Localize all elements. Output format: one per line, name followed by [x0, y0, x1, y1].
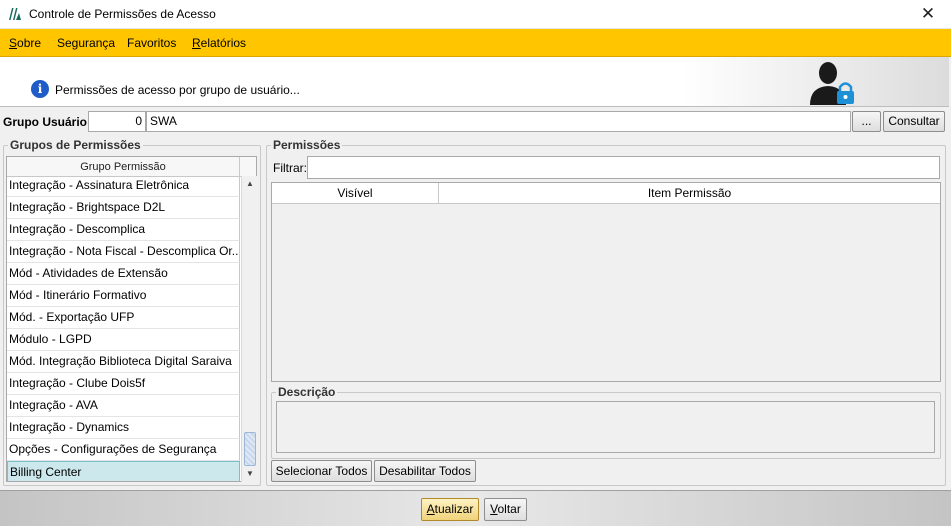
- close-button[interactable]: ✕: [905, 0, 951, 29]
- filtrar-label: Filtrar:: [273, 161, 307, 175]
- list-item[interactable]: Integração - Descomplica: [7, 219, 240, 241]
- close-icon: ✕: [920, 4, 936, 23]
- list-item[interactable]: Integração - Nota Fiscal - Descomplica O…: [7, 241, 240, 263]
- permissoes-title: Permissões: [271, 138, 343, 152]
- atualizar-button[interactable]: Atualizar: [421, 498, 479, 521]
- desabilitar-todos-button[interactable]: Desabilitar Todos: [374, 460, 476, 482]
- list-item[interactable]: Billing Center: [7, 461, 240, 481]
- grupo-usuario-name-field[interactable]: SWA: [146, 111, 851, 132]
- menu-seguranca[interactable]: Segurança: [57, 36, 115, 50]
- grupo-usuario-row: Grupo Usuário: 0 SWA ... Consultar: [0, 110, 951, 134]
- grupos-permissoes-title: Grupos de Permissões: [8, 138, 143, 152]
- list-item[interactable]: Módulo - LGPD: [7, 329, 240, 351]
- browse-button[interactable]: ...: [852, 111, 881, 132]
- user-lock-icon: [810, 62, 854, 105]
- menu-sobre[interactable]: Sobre: [9, 36, 41, 50]
- menu-bar: Sobre Segurança Favoritos Relatórios: [0, 29, 951, 57]
- scroll-up-icon[interactable]: ▲: [242, 176, 258, 192]
- banner-text: Permissões de acesso por grupo de usuári…: [55, 83, 300, 97]
- grupo-usuario-label: Grupo Usuário:: [3, 115, 92, 129]
- grupo-usuario-code-field[interactable]: 0: [88, 111, 146, 132]
- scroll-down-icon[interactable]: ▼: [242, 466, 258, 482]
- list-item[interactable]: Mód - Itinerário Formativo: [7, 285, 240, 307]
- list-item[interactable]: Mód. - Exportação UFP: [7, 307, 240, 329]
- menu-favoritos[interactable]: Favoritos: [127, 36, 176, 50]
- window-title: Controle de Permissões de Acesso: [29, 7, 216, 21]
- footer-bar: Atualizar Voltar: [0, 490, 951, 526]
- list-item[interactable]: Integração - Assinatura Eletrônica: [7, 175, 240, 197]
- voltar-button[interactable]: Voltar: [484, 498, 527, 521]
- list-item[interactable]: Integração - Dynamics: [7, 417, 240, 439]
- descricao-field: [276, 401, 935, 453]
- app-logo-icon: [9, 8, 21, 20]
- grupos-rows: Integração - Assinatura Eletrônica Integr…: [7, 175, 240, 481]
- menu-relatorios[interactable]: Relatórios: [192, 36, 246, 50]
- list-item[interactable]: Integração - Clube Dois5f: [7, 373, 240, 395]
- list-header-filler: [240, 157, 256, 177]
- permissoes-grid[interactable]: Visível Item Permissão: [271, 182, 941, 382]
- visivel-column-header[interactable]: Visível: [272, 183, 439, 204]
- consultar-button[interactable]: Consultar: [883, 111, 945, 132]
- list-item[interactable]: Mód - Atividades de Extensão: [7, 263, 240, 285]
- filtrar-input[interactable]: [307, 156, 940, 179]
- header-banner: i Permissões de acesso por grupo de usuá…: [0, 57, 949, 107]
- list-item[interactable]: Opções - Configurações de Segurança: [7, 439, 240, 461]
- list-item[interactable]: Integração - AVA: [7, 395, 240, 417]
- grupos-permissoes-list[interactable]: Grupo Permissão Integração - Assinatura …: [6, 156, 257, 482]
- scroll-thumb[interactable]: [244, 432, 256, 466]
- list-item[interactable]: Mód. Integração Biblioteca Digital Sarai…: [7, 351, 240, 373]
- item-permissao-column-header[interactable]: Item Permissão: [439, 183, 940, 204]
- list-item[interactable]: Integração - Brightspace D2L: [7, 197, 240, 219]
- list-scrollbar[interactable]: ▲ ▼: [241, 176, 257, 482]
- selecionar-todos-button[interactable]: Selecionar Todos: [271, 460, 372, 482]
- descricao-title: Descrição: [276, 385, 338, 399]
- title-bar: Controle de Permissões de Acesso ✕: [0, 0, 951, 29]
- grupo-permissao-column-header[interactable]: Grupo Permissão: [7, 157, 240, 177]
- info-icon: i: [31, 80, 49, 98]
